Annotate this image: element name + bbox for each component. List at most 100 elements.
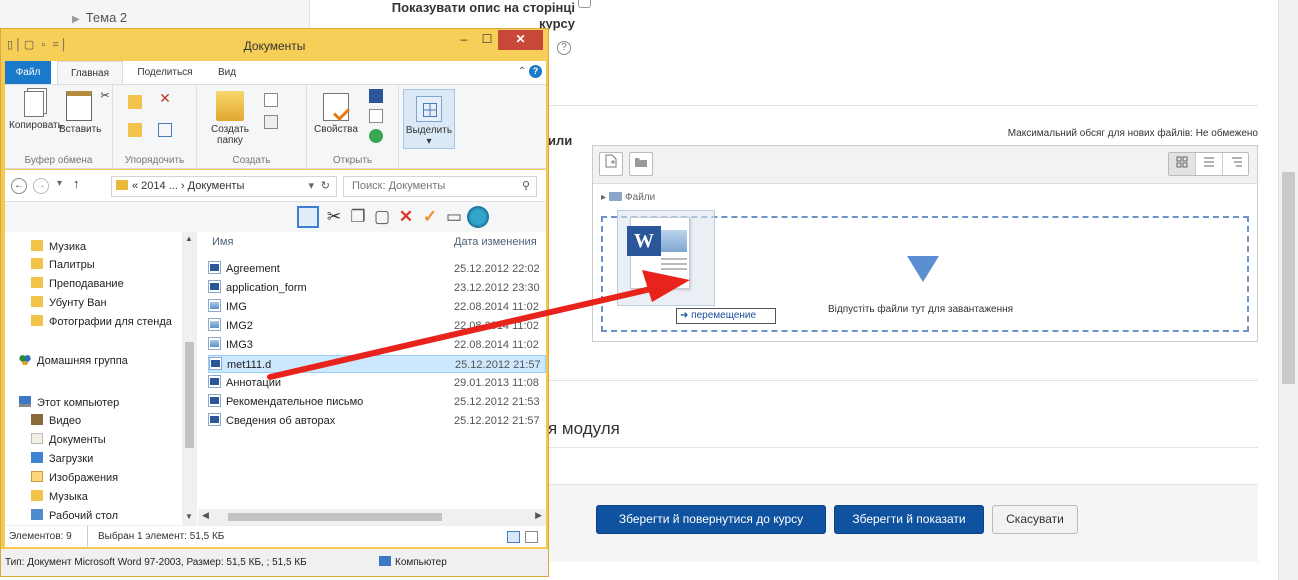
move-to-icon — [128, 95, 142, 109]
new-item-button[interactable] — [259, 93, 283, 113]
tab-file[interactable]: Файл — [5, 61, 51, 84]
cancel-button[interactable]: Скасувати — [992, 505, 1078, 534]
large-icons-view-icon[interactable] — [525, 531, 538, 543]
minimize-button[interactable]: – — [453, 30, 475, 50]
edit-button[interactable] — [365, 109, 387, 129]
nav-item-pictures[interactable]: Изображения — [31, 469, 118, 487]
globe-icon[interactable] — [467, 206, 489, 228]
save-and-return-button[interactable]: Зберегти й повернутися до курсу — [596, 505, 826, 534]
panes-icon[interactable] — [297, 206, 319, 228]
tab-share[interactable]: Поделиться — [129, 61, 201, 84]
tree-view-icon — [1231, 157, 1242, 167]
checkmark-icon[interactable]: ✓ — [419, 206, 441, 228]
column-header-date[interactable]: Дата изменения — [454, 236, 537, 248]
scroll-down-icon[interactable]: ▼ — [185, 512, 193, 521]
rename-button[interactable] — [153, 123, 177, 143]
tab-view[interactable]: Вид — [205, 61, 249, 84]
nav-item-this-pc[interactable]: Этот компьютер — [19, 394, 119, 412]
file-row[interactable]: Agreement 25.12.2012 22:02 — [208, 260, 546, 278]
icons-view-button[interactable] — [1169, 153, 1196, 175]
scroll-up-icon[interactable]: ▲ — [185, 234, 193, 243]
list-view-button[interactable] — [1196, 153, 1223, 175]
delete-icon[interactable]: ✕ — [395, 206, 417, 228]
page-scrollbar-thumb[interactable] — [1282, 172, 1295, 384]
dropdown-arrow-icon: ▾ — [426, 136, 432, 147]
window-titlebar[interactable]: ▯│▢ ▫ =│ Документы – ☐ ✕ — [1, 29, 548, 61]
nav-item-desktop[interactable]: Рабочий стол — [31, 507, 118, 525]
properties-button[interactable]: Свойства — [313, 93, 359, 135]
refresh-icon[interactable]: ↻ — [321, 177, 330, 196]
nav-item-music[interactable]: Музика — [31, 238, 86, 256]
copy-to-button[interactable] — [123, 123, 147, 143]
nav-item-downloads[interactable]: Загрузки — [31, 450, 93, 468]
rename-icon[interactable]: ▭ — [443, 206, 465, 228]
tab-home[interactable]: Главная — [57, 61, 123, 84]
add-file-button[interactable] — [599, 152, 623, 176]
open-button[interactable] — [365, 89, 387, 109]
new-folder-label-1: Создать — [210, 124, 249, 135]
file-row-selected[interactable]: met111.d 25.12.2012 21:57 — [208, 355, 546, 373]
section-heading[interactable]: я модуля — [548, 419, 620, 439]
scroll-left-icon[interactable]: ◀ — [202, 510, 209, 521]
nav-item-palettes[interactable]: Палитры — [31, 256, 95, 274]
up-button[interactable]: ↑ — [73, 176, 80, 191]
help-icon[interactable]: ? — [529, 65, 542, 78]
collapse-ribbon-icon[interactable]: ⌃ — [518, 66, 526, 77]
move-tooltip: ➜ перемещение — [676, 308, 776, 324]
nav-item-documents[interactable]: Документы — [31, 431, 106, 449]
paste-label: Вставить — [59, 124, 102, 135]
easy-access-button[interactable] — [259, 115, 283, 135]
file-row[interactable]: Сведения об авторах 25.12.2012 21:57 — [208, 412, 546, 430]
create-folder-button[interactable] — [629, 152, 653, 176]
word-file-icon — [208, 280, 221, 293]
copy-icon[interactable]: ❐ — [347, 206, 369, 228]
nav-item-video[interactable]: Видео — [31, 412, 81, 430]
folder-icon — [31, 296, 43, 307]
file-row[interactable]: Аннотации 29.01.2013 11:08 — [208, 374, 546, 392]
column-header-name[interactable]: Имя — [212, 236, 233, 248]
nav-pane-scrollbar[interactable]: ▲ ▼ — [182, 232, 197, 525]
details-view-icon[interactable] — [507, 531, 520, 543]
forward-button[interactable]: → — [33, 178, 49, 194]
page-scrollbar[interactable] — [1278, 0, 1298, 580]
nav-item-photos[interactable]: Фотографии для стенда — [31, 313, 172, 331]
horizontal-scrollbar-thumb[interactable] — [228, 513, 442, 521]
cut-button[interactable]: ✂ — [99, 91, 111, 102]
cut-icon[interactable]: ✂ — [323, 206, 345, 228]
search-input[interactable]: Поиск: Документы ⚲ — [343, 176, 537, 197]
file-manager-path[interactable]: ▸ Файли — [601, 192, 655, 203]
select-button[interactable]: Выделить ▾ — [403, 89, 455, 149]
history-button[interactable] — [365, 129, 387, 149]
file-row[interactable]: IMG 22.08.2014 11:02 — [208, 298, 546, 316]
show-description-checkbox[interactable] — [578, 0, 591, 8]
new-folder-button[interactable]: Создать папку — [205, 91, 255, 146]
back-button[interactable]: ← — [11, 178, 27, 194]
close-button[interactable]: ✕ — [498, 30, 543, 50]
nav-item-teaching[interactable]: Преподавание — [31, 275, 124, 293]
nav-item-music-lib[interactable]: Музыка — [31, 488, 88, 506]
delete-button[interactable]: ✕ — [153, 91, 177, 105]
copy-button[interactable]: Копировать — [9, 91, 63, 131]
help-icon[interactable]: ? — [557, 41, 571, 55]
file-row[interactable]: IMG2 22.08.2014 11:02 — [208, 317, 546, 335]
save-and-display-button[interactable]: Зберегти й показати — [834, 505, 984, 534]
tree-view-button[interactable] — [1223, 153, 1250, 175]
file-row[interactable]: Рекомендательное письмо 25.12.2012 21:53 — [208, 393, 546, 411]
nav-item-label: Домашняя группа — [37, 355, 128, 367]
paste-icon[interactable]: ▢ — [371, 206, 393, 228]
nav-scrollbar-thumb[interactable] — [185, 342, 194, 448]
recent-dropdown-button[interactable]: ▾ — [57, 178, 62, 189]
maximize-button[interactable]: ☐ — [477, 30, 497, 50]
horizontal-scrollbar[interactable]: ◀ ▶ — [198, 509, 546, 525]
scroll-right-icon[interactable]: ▶ — [535, 510, 542, 521]
nav-item-topic-2[interactable]: ▶ Тема 2 — [72, 10, 127, 25]
file-row[interactable]: IMG3 22.08.2014 11:02 — [208, 336, 546, 354]
file-explorer-window[interactable]: ▯│▢ ▫ =│ Документы – ☐ ✕ Файл Главная По… — [0, 28, 549, 577]
chevron-down-icon[interactable]: ▾ — [308, 177, 314, 196]
paste-button[interactable]: Вставить — [59, 91, 102, 135]
address-bar[interactable]: « 2014 ... › Документы ▾ ↻ — [111, 176, 337, 197]
nav-item-ubuntu[interactable]: Убунту Ван — [31, 294, 107, 312]
file-row[interactable]: application_form 23.12.2012 23:30 — [208, 279, 546, 297]
nav-item-homegroup[interactable]: Домашняя группа — [19, 352, 128, 370]
move-to-button[interactable] — [123, 95, 147, 115]
